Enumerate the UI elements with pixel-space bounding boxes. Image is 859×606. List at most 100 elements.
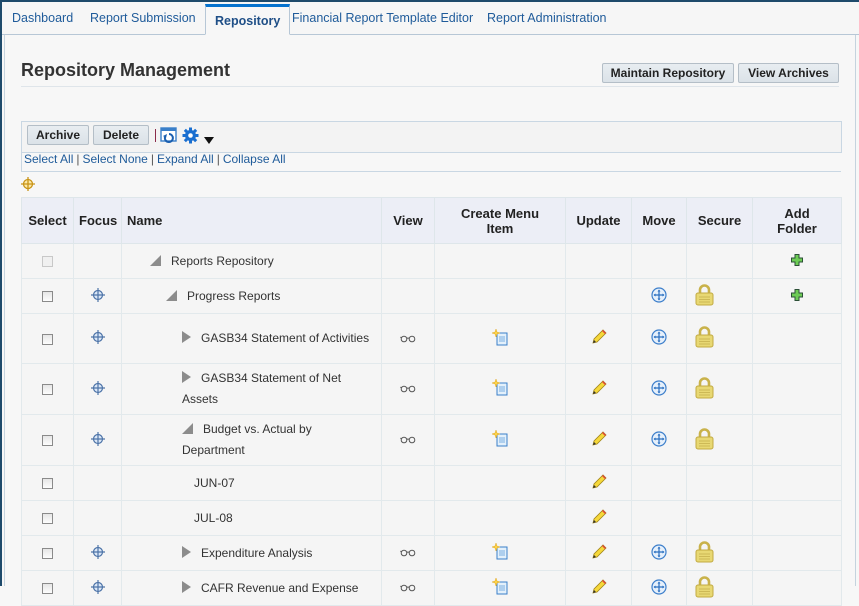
gear-icon[interactable]	[182, 127, 199, 147]
table-row: JUN-07	[21, 465, 842, 501]
lock-icon[interactable]	[695, 326, 714, 351]
tab-report-submission[interactable]: Report Submission	[90, 11, 196, 25]
row-checkbox[interactable]	[42, 291, 53, 303]
secure-cell	[686, 465, 753, 501]
create-menu-item-cell	[434, 535, 566, 571]
add-folder-icon[interactable]	[791, 288, 803, 304]
detach-icon[interactable]	[160, 127, 177, 146]
name-cell: Budget vs. Actual by Department	[121, 414, 382, 466]
collapse-node-icon[interactable]	[150, 254, 161, 266]
create-menu-item-icon[interactable]	[490, 542, 509, 563]
lock-icon[interactable]	[695, 283, 714, 309]
move-icon[interactable]	[651, 286, 667, 306]
edit-pencil-icon[interactable]	[591, 578, 607, 598]
secure-cell	[686, 570, 753, 606]
move-icon[interactable]	[651, 329, 667, 348]
add-folder-icon[interactable]	[791, 253, 803, 269]
expand-node-icon[interactable]	[182, 545, 191, 558]
view-cell	[381, 414, 435, 466]
name-cell: JUL-08	[121, 500, 382, 536]
focus-icon[interactable]	[90, 330, 105, 347]
edit-pencil-icon[interactable]	[591, 508, 607, 528]
focus-cell	[73, 243, 122, 279]
edit-pencil-icon[interactable]	[591, 329, 607, 348]
table-row: Progress Reports	[21, 278, 842, 314]
focus-icon[interactable]	[90, 544, 105, 562]
table-row: GASB34 Statement of Net Assets	[21, 363, 842, 415]
edit-pencil-icon[interactable]	[591, 473, 607, 493]
move-icon[interactable]	[651, 543, 667, 563]
focus-icon[interactable]	[90, 287, 105, 305]
create-menu-item-cell	[434, 278, 566, 314]
focus-cell	[73, 535, 122, 571]
archive-button[interactable]: Archive	[27, 125, 89, 145]
select-all-link[interactable]: Select All	[24, 152, 73, 166]
link-separator: |	[150, 152, 154, 166]
expand-all-link[interactable]: Expand All	[157, 152, 214, 166]
lock-icon[interactable]	[695, 540, 714, 566]
create-menu-item-icon[interactable]	[490, 378, 509, 399]
focus-root-icon[interactable]	[21, 177, 35, 194]
select-cell	[21, 465, 74, 501]
tab-repository[interactable]: Repository	[205, 4, 291, 35]
create-menu-item-cell	[434, 465, 566, 501]
move-icon[interactable]	[651, 578, 667, 598]
add-folder-cell	[752, 278, 842, 314]
maintain-repository-button[interactable]: Maintain Repository	[602, 63, 734, 83]
name-cell: Reports Repository	[121, 243, 382, 279]
move-icon[interactable]	[651, 430, 667, 450]
collapse-node-icon[interactable]	[166, 289, 177, 301]
focus-cell	[73, 363, 122, 415]
edit-pencil-icon[interactable]	[591, 430, 607, 450]
focus-icon[interactable]	[90, 431, 105, 449]
update-cell	[565, 363, 632, 415]
add-folder-cell	[752, 414, 842, 466]
edit-pencil-icon[interactable]	[591, 543, 607, 563]
dropdown-arrow-icon[interactable]	[204, 133, 214, 147]
lock-icon[interactable]	[695, 376, 714, 402]
expand-node-icon[interactable]	[182, 331, 191, 343]
lock-icon[interactable]	[695, 575, 714, 601]
move-cell	[631, 313, 687, 364]
collapse-node-icon[interactable]	[182, 423, 193, 434]
row-checkbox[interactable]	[42, 333, 53, 345]
name-cell: GASB34 Statement of Activities	[121, 313, 382, 364]
select-none-link[interactable]: Select None	[82, 152, 147, 166]
expand-node-icon[interactable]	[182, 580, 191, 593]
expand-node-icon[interactable]	[182, 371, 191, 383]
row-checkbox[interactable]	[42, 583, 53, 595]
tab-financial-report-template-editor[interactable]: Financial Report Template Editor	[292, 11, 473, 25]
row-checkbox[interactable]	[42, 384, 53, 396]
focus-icon[interactable]	[90, 579, 105, 597]
view-icon[interactable]	[400, 433, 416, 447]
page-title: Repository Management	[21, 60, 231, 80]
tab-dashboard[interactable]: Dashboard	[12, 11, 73, 25]
tab-report-administration[interactable]: Report Administration	[487, 11, 607, 25]
focus-cell	[73, 570, 122, 606]
add-folder-cell	[752, 363, 842, 415]
delete-button[interactable]: Delete	[93, 125, 149, 145]
create-menu-item-icon[interactable]	[490, 577, 509, 598]
view-cell	[381, 313, 435, 364]
view-icon[interactable]	[400, 546, 416, 560]
view-icon[interactable]	[400, 332, 416, 346]
create-menu-item-icon[interactable]	[490, 429, 509, 450]
view-icon[interactable]	[400, 382, 416, 396]
view-archives-button[interactable]: View Archives	[738, 63, 839, 83]
row-checkbox[interactable]	[42, 256, 53, 268]
create-menu-item-icon[interactable]	[490, 327, 509, 349]
lock-icon[interactable]	[695, 427, 714, 453]
secure-cell	[686, 363, 753, 415]
collapse-all-link[interactable]: Collapse All	[223, 152, 286, 166]
focus-cell	[73, 500, 122, 536]
row-checkbox[interactable]	[42, 548, 53, 560]
view-icon[interactable]	[400, 581, 416, 595]
row-checkbox[interactable]	[42, 435, 53, 447]
move-icon[interactable]	[651, 379, 667, 399]
focus-icon[interactable]	[90, 380, 105, 398]
row-checkbox[interactable]	[42, 513, 53, 525]
secure-cell	[686, 278, 753, 314]
edit-pencil-icon[interactable]	[591, 379, 607, 399]
link-separator: |	[216, 152, 220, 166]
row-checkbox[interactable]	[42, 478, 53, 490]
